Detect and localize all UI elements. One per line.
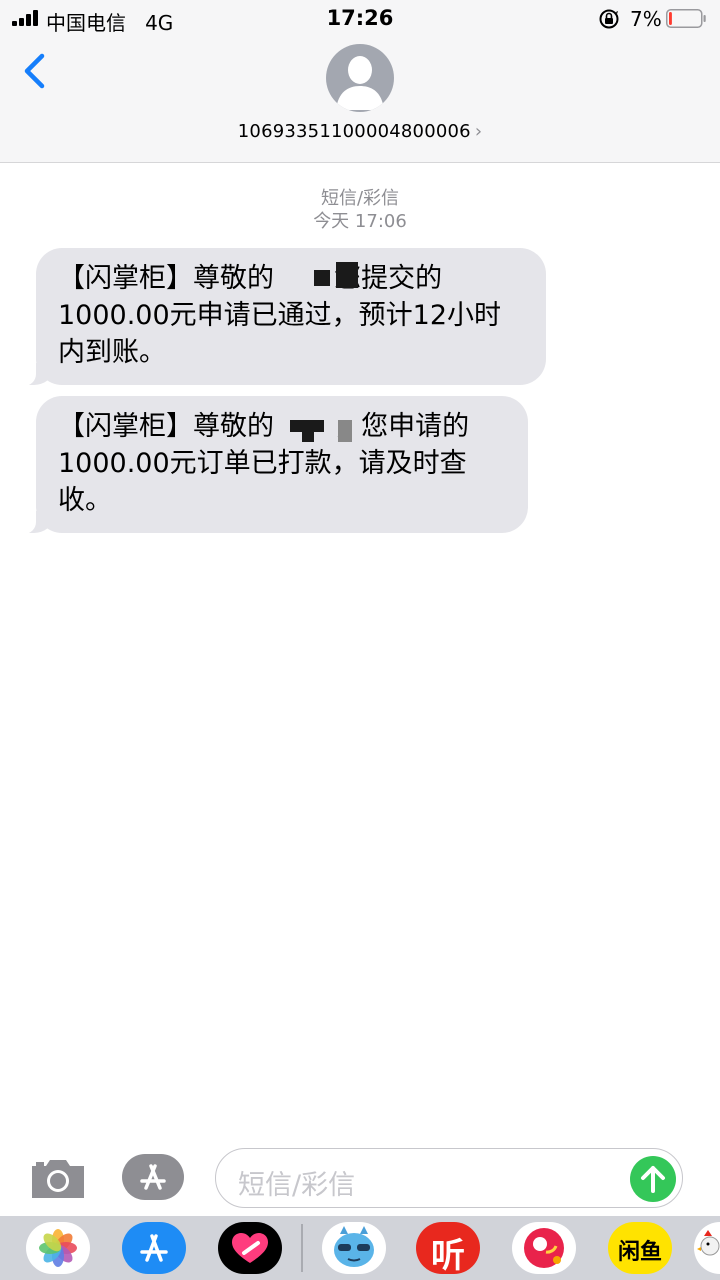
- incoming-message-bubble[interactable]: 【闪掌柜】尊敬的 ，您申请的 1000.00元订单已打款，请及时查 收。: [14, 396, 528, 534]
- redacted-name-mosaic: [338, 420, 352, 442]
- redacted-name-mosaic: [314, 270, 330, 286]
- rooster-app-button[interactable]: [694, 1222, 720, 1274]
- incoming-message-bubble[interactable]: 【闪掌柜】尊敬的 您提交的 1000.00元申请已通过，预计12小时 内到账。: [14, 248, 546, 386]
- send-button[interactable]: [630, 1156, 676, 1202]
- arrow-up-icon: [641, 1166, 665, 1193]
- contact-details-link[interactable]: 10693351100004800006 ›: [0, 121, 720, 142]
- person-silhouette-icon: [336, 56, 384, 110]
- drawer-divider: [301, 1224, 303, 1272]
- app-store-app-button[interactable]: [122, 1222, 186, 1274]
- chevron-right-icon: ›: [474, 121, 483, 142]
- message-text: 【闪掌柜】尊敬的 您提交的 1000.00元申请已通过，预计12小时 内到账。: [58, 263, 502, 368]
- sticker-face-icon: [334, 1226, 374, 1267]
- sticker-app-button[interactable]: [322, 1222, 386, 1274]
- rotation-lock-icon: [599, 9, 619, 29]
- status-bar: 中国电信 4G 17:26 7%: [0, 0, 720, 38]
- battery-icon: [666, 9, 706, 28]
- heart-app-button[interactable]: [218, 1222, 282, 1274]
- contact-number: 10693351100004800006: [237, 121, 471, 142]
- message-timestamp: 今天 17:06: [313, 211, 407, 232]
- conversation-header: 中国电信 4G 17:26 7% 10693351100004800006 ›: [0, 0, 720, 163]
- heart-app-icon: [232, 1233, 268, 1263]
- app-store-button[interactable]: [122, 1154, 184, 1200]
- photos-icon: [39, 1229, 77, 1267]
- back-chevron-icon[interactable]: [18, 50, 54, 92]
- photos-app-button[interactable]: [26, 1222, 90, 1274]
- rooster-app-icon: [697, 1230, 720, 1256]
- ting-app-icon: 听: [431, 1236, 465, 1274]
- redacted-name-mosaic: [302, 432, 314, 442]
- red-app-icon: [524, 1228, 564, 1268]
- xianyu-app-icon: 闲鱼: [617, 1240, 662, 1265]
- app-store-icon: [140, 1164, 166, 1190]
- message-input-placeholder: 短信/彩信: [238, 1170, 356, 1201]
- message-text: 【闪掌柜】尊敬的 ，您申请的 1000.00元订单已打款，请及时查 收。: [58, 411, 470, 516]
- ting-app-button[interactable]: 听: [416, 1222, 480, 1274]
- xianyu-app-button[interactable]: 闲鱼: [608, 1222, 672, 1274]
- camera-button[interactable]: [28, 1154, 88, 1202]
- red-app-button[interactable]: [512, 1222, 576, 1274]
- app-store-icon: [140, 1234, 168, 1262]
- redacted-name-mosaic: [336, 262, 358, 288]
- imessage-app-drawer: 听 闲鱼: [0, 1216, 720, 1280]
- contact-avatar[interactable]: [326, 44, 394, 112]
- message-input[interactable]: 短信/彩信: [215, 1148, 683, 1208]
- redacted-name-mosaic: [290, 420, 324, 432]
- battery-percent: 7%: [630, 7, 662, 31]
